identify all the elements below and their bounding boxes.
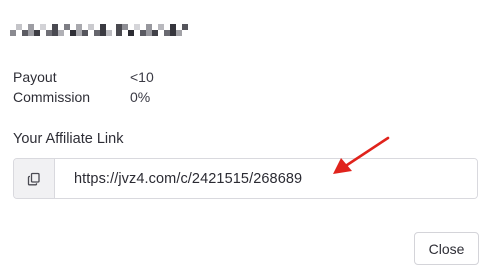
detail-row-commission: Commission 0% bbox=[13, 87, 154, 107]
close-button[interactable]: Close bbox=[414, 232, 479, 265]
commission-label: Commission bbox=[13, 89, 91, 105]
affiliate-link-label: Your Affiliate Link bbox=[13, 131, 124, 147]
detail-row-payout: Payout <10 bbox=[13, 67, 154, 87]
affiliate-link-input[interactable] bbox=[55, 159, 477, 198]
copy-icon bbox=[27, 172, 40, 185]
commission-value: 0% bbox=[130, 89, 151, 105]
details-list: Payout <10 Commission 0% bbox=[13, 67, 154, 107]
copy-link-button[interactable] bbox=[14, 159, 55, 198]
redacted-title bbox=[10, 24, 188, 36]
affiliate-link-dialog: Payout <10 Commission 0% Your Affiliate … bbox=[0, 0, 491, 274]
payout-value: <10 bbox=[130, 69, 154, 85]
payout-label: Payout bbox=[13, 69, 57, 85]
affiliate-link-field bbox=[13, 158, 478, 199]
